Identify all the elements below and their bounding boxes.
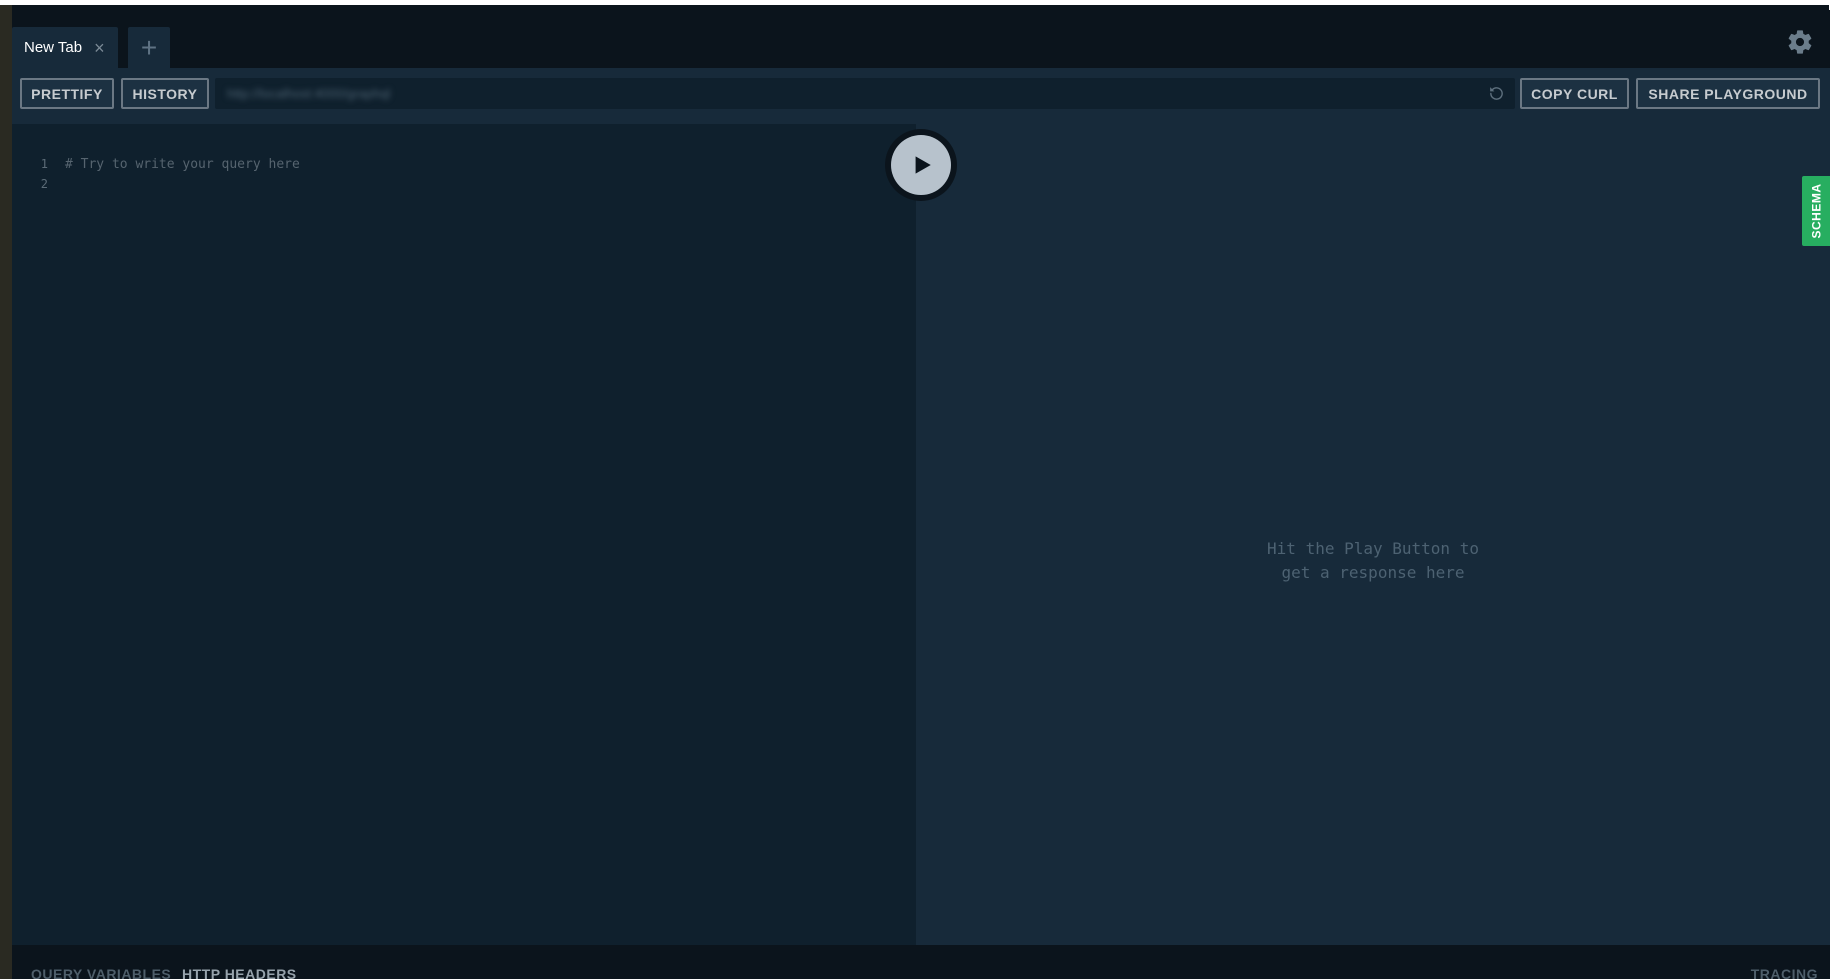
tab-bar: New Tab × +: [12, 10, 1830, 68]
bottom-bar: QUERY VARIABLES HTTP HEADERS TRACING: [12, 945, 1830, 979]
query-variables-tab[interactable]: QUERY VARIABLES: [31, 966, 171, 979]
line-number: 2: [40, 177, 48, 191]
play-button-face: [891, 135, 951, 195]
reload-schema-button[interactable]: [1488, 85, 1505, 102]
schema-tab-label: SCHEMA: [1809, 183, 1824, 239]
execute-query-button[interactable]: [885, 129, 957, 201]
result-hint-line: Hit the Play Button to: [1267, 539, 1479, 558]
code-line: # Try to write your query here: [65, 157, 300, 172]
tab-new-tab[interactable]: New Tab ×: [12, 27, 118, 68]
query-editor[interactable]: 1 2 # Try to write your query here: [12, 124, 916, 945]
share-playground-button[interactable]: SHARE PLAYGROUND: [1636, 78, 1820, 109]
copy-curl-button[interactable]: COPY CURL: [1520, 78, 1629, 109]
settings-button[interactable]: [1786, 28, 1814, 56]
schema-tab[interactable]: SCHEMA: [1802, 176, 1830, 246]
endpoint-url-text: http://localhost:4000/graphql: [227, 86, 391, 101]
gear-icon: [1788, 30, 1812, 54]
reload-icon: [1490, 87, 1503, 100]
tracing-tab[interactable]: TRACING: [1751, 966, 1818, 979]
toolbar: PRETTIFY HISTORY http://localhost:4000/g…: [12, 68, 1830, 124]
close-icon[interactable]: ×: [94, 39, 105, 57]
result-pane: Hit the Play Button to get a response he…: [916, 124, 1830, 945]
line-number: 1: [40, 157, 48, 171]
window-edge-right: [1829, 5, 1841, 979]
http-headers-tab[interactable]: HTTP HEADERS: [182, 966, 297, 979]
plus-icon: +: [140, 31, 158, 63]
tab-label: New Tab: [24, 39, 83, 56]
play-icon: [915, 156, 931, 174]
window-edge-left: [0, 5, 12, 979]
endpoint-url-input[interactable]: http://localhost:4000/graphql: [215, 78, 1515, 109]
prettify-button[interactable]: PRETTIFY: [20, 78, 114, 109]
line-numbers: 1 2: [36, 154, 48, 194]
result-hint-line: get a response here: [1281, 563, 1465, 582]
code-area[interactable]: # Try to write your query here: [65, 155, 300, 175]
graphql-playground: New Tab × + PRETTIFY HISTORY http://loca…: [12, 10, 1830, 979]
result-placeholder: Hit the Play Button to get a response he…: [916, 537, 1830, 585]
history-button[interactable]: HISTORY: [121, 78, 209, 109]
add-tab-button[interactable]: +: [128, 27, 170, 68]
